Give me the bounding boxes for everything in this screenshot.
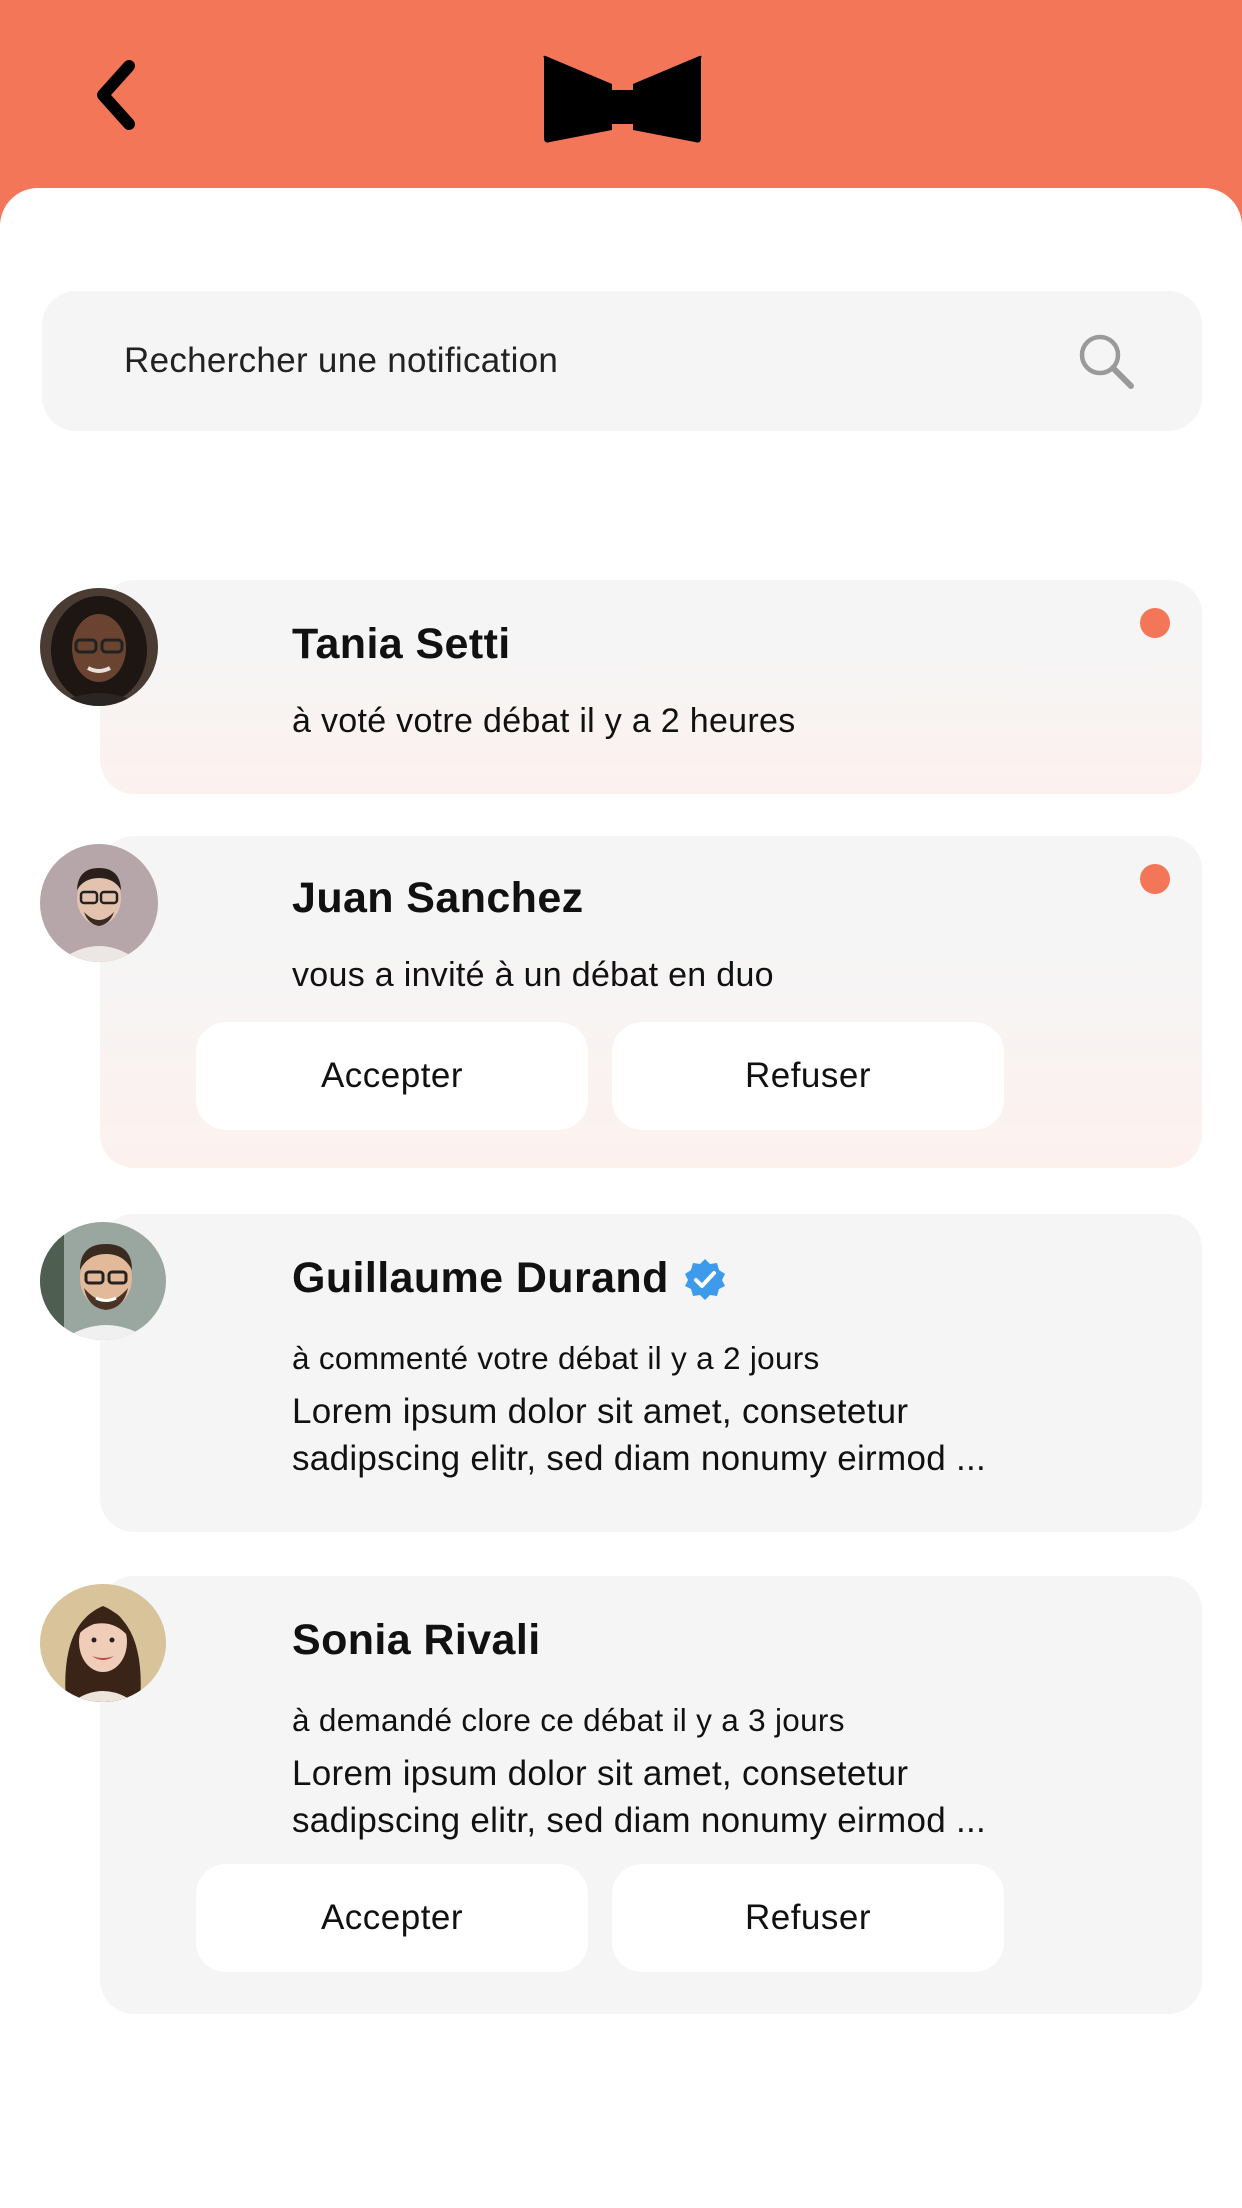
notification-message: vous a invité à un débat en duo	[292, 956, 774, 994]
search-bar	[42, 291, 1202, 431]
notifications-panel: Tania Setti à voté votre débat il y a 2 …	[0, 188, 1242, 2208]
notification-card-sonia-rivali[interactable]: Sonia Rivali à demandé clore ce débat il…	[100, 1576, 1202, 2014]
notification-message: à demandé clore ce débat il y a 3 jours	[292, 1702, 845, 1738]
notification-card-juan-sanchez[interactable]: Juan Sanchez vous a invité à un débat en…	[100, 836, 1202, 1168]
comment-excerpt: Lorem ipsum dolor sit amet, consetetur s…	[292, 1392, 987, 1478]
notification-card-tania-setti[interactable]: Tania Setti à voté votre débat il y a 2 …	[100, 580, 1202, 794]
notification-user-name: Guillaume Durand	[292, 1254, 727, 1303]
search-icon[interactable]	[1074, 329, 1138, 393]
accept-button[interactable]: Accepter	[196, 1864, 588, 1972]
unread-indicator	[1140, 864, 1170, 894]
verified-badge-icon	[684, 1258, 725, 1300]
chevron-left-icon	[97, 60, 135, 130]
notification-user-name: Juan Sanchez	[292, 874, 584, 922]
notification-user-name: Tania Setti	[292, 620, 511, 668]
unread-indicator	[1140, 608, 1170, 638]
notification-user-name: Sonia Rivali	[292, 1616, 541, 1664]
app-header	[0, 0, 1242, 200]
bow-tie-logo-icon	[543, 55, 702, 143]
request-excerpt: Lorem ipsum dolor sit amet, consetetur s…	[292, 1754, 987, 1840]
avatar[interactable]	[40, 844, 158, 962]
avatar[interactable]	[40, 1222, 166, 1340]
accept-button[interactable]: Accepter	[196, 1022, 588, 1130]
search-input[interactable]	[122, 340, 1074, 382]
avatar[interactable]	[40, 588, 158, 706]
back-button[interactable]	[80, 50, 150, 140]
notification-message: à commenté votre débat il y a 2 jours	[292, 1340, 820, 1376]
notification-message: à voté votre débat il y a 2 heures	[292, 702, 796, 740]
decline-button[interactable]: Refuser	[612, 1864, 1004, 1972]
notification-card-guillaume-durand[interactable]: Guillaume Durand à commenté votre débat …	[100, 1214, 1202, 1532]
decline-button[interactable]: Refuser	[612, 1022, 1004, 1130]
avatar[interactable]	[40, 1584, 166, 1702]
